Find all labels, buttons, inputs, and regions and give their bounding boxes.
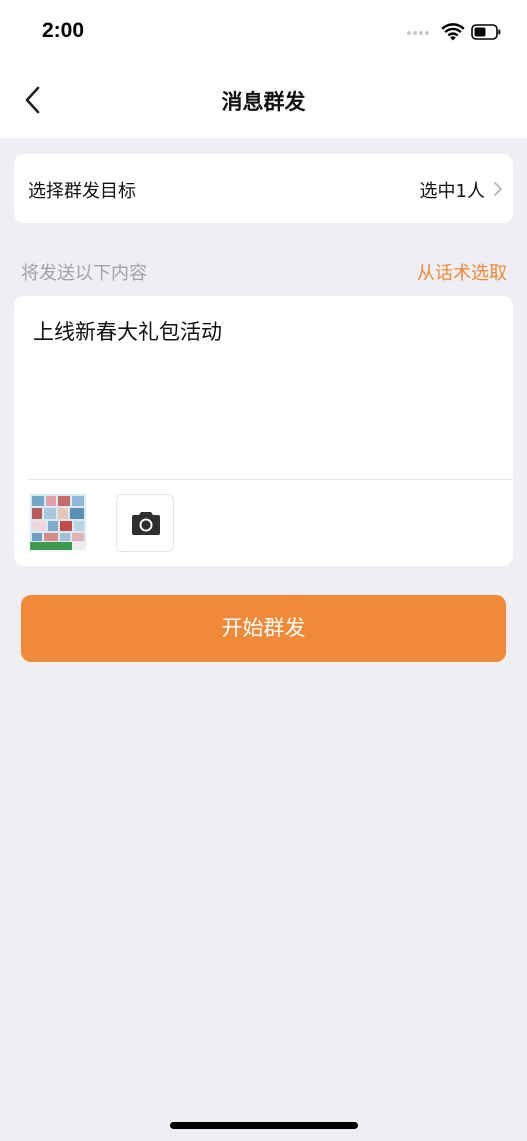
divider	[28, 479, 513, 480]
camera-icon	[132, 512, 160, 535]
signal-icon	[407, 31, 433, 36]
status-icons	[407, 22, 507, 44]
home-indicator[interactable]	[170, 1122, 358, 1129]
select-target-row[interactable]: 选择群发目标 选中1人	[14, 154, 513, 223]
attached-image-thumbnail[interactable]	[30, 494, 86, 550]
target-selected-count: 选中1人	[419, 181, 485, 202]
status-time: 2:00	[42, 19, 85, 42]
wifi-icon	[441, 23, 465, 41]
chevron-right-icon	[494, 182, 502, 196]
target-label: 选择群发目标	[28, 181, 136, 202]
add-photo-button[interactable]	[116, 494, 174, 552]
content-card: 上线新春大礼包活动	[14, 296, 513, 566]
battery-icon	[471, 24, 501, 40]
header: 2:00 消息群发	[0, 0, 527, 138]
message-input[interactable]: 上线新春大礼包活动	[33, 316, 222, 346]
page-title: 消息群发	[221, 90, 306, 114]
screen: 2:00 消息群发 选择群发目标 选中1人 将发送以下内容 从话术选取 上线新春…	[0, 0, 527, 1141]
pick-from-script-link[interactable]: 从话术选取	[417, 259, 507, 285]
image-thumbnail-icon	[30, 494, 86, 550]
section-label: 将发送以下内容	[21, 263, 147, 284]
start-broadcast-button[interactable]: 开始群发	[21, 595, 506, 662]
